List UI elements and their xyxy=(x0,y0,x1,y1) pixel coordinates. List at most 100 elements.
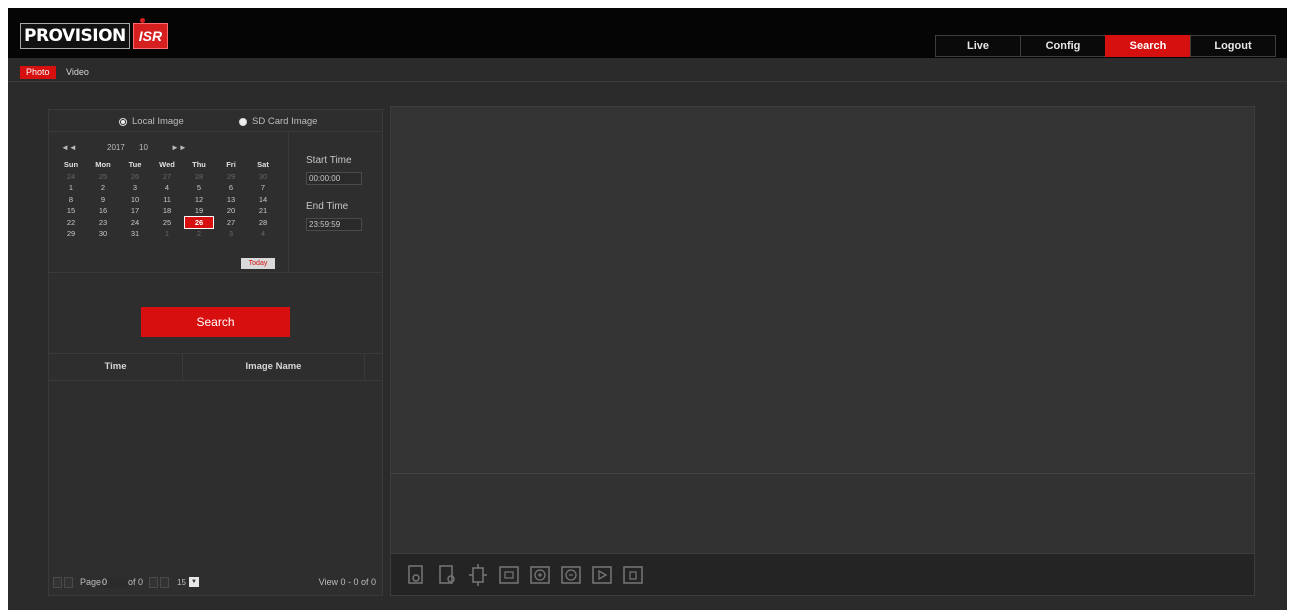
local-image-label: Local Image xyxy=(132,116,184,127)
calendar-day[interactable]: 24 xyxy=(119,217,151,229)
calendar-day[interactable]: 30 xyxy=(87,228,119,240)
calendar-day[interactable]: 28 xyxy=(247,217,279,229)
sd-card-image-radio[interactable]: SD Card Image xyxy=(239,116,317,127)
fullscreen-icon[interactable] xyxy=(498,563,520,587)
calendar-day[interactable]: 2 xyxy=(183,228,215,240)
nav-config-button[interactable]: Config xyxy=(1020,35,1106,57)
calendar-day[interactable]: 8 xyxy=(55,194,87,206)
calendar-grid: Sun Mon Tue Wed Thu Fri Sat 24 25 26 27 … xyxy=(55,159,279,240)
calendar-day[interactable]: 17 xyxy=(119,205,151,217)
zoom-out-icon[interactable] xyxy=(560,563,582,587)
calendar-day[interactable]: 1 xyxy=(55,182,87,194)
calendar-day[interactable]: 14 xyxy=(247,194,279,206)
stop-icon[interactable] xyxy=(622,563,644,587)
calendar-day[interactable]: 5 xyxy=(183,182,215,194)
logo-text: PROVISION xyxy=(20,23,130,49)
calendar-day[interactable]: 27 xyxy=(151,171,183,183)
results-table: Time Image Name Page of 0 15 ▼ View 0 - … xyxy=(49,353,382,596)
calendar-day[interactable]: 31 xyxy=(119,228,151,240)
weekday-label: Sun xyxy=(63,160,79,169)
calendar-day[interactable]: 22 xyxy=(55,217,87,229)
image-source-selector: Local Image SD Card Image xyxy=(49,110,382,132)
previous-month-icon[interactable]: ◄◄ xyxy=(61,143,77,152)
calendar-day[interactable]: 24 xyxy=(55,171,87,183)
logo: PROVISION ISR xyxy=(20,18,169,50)
calendar-day[interactable]: 29 xyxy=(55,228,87,240)
calendar-week: 22 23 24 25 26 27 28 xyxy=(55,215,279,229)
calendar-day[interactable]: 25 xyxy=(87,171,119,183)
calendar-day[interactable]: 21 xyxy=(247,205,279,217)
tab-photo[interactable]: Photo xyxy=(20,66,56,79)
time-range: Start Time 00:00:00 End Time 23:59:59 xyxy=(290,133,382,273)
zoom-in-icon[interactable] xyxy=(529,563,551,587)
selected-day-label: 26 xyxy=(184,215,214,229)
calendar-month: 10 xyxy=(139,143,148,152)
calendar-day[interactable]: 11 xyxy=(151,194,183,206)
weekday-header: Sun Mon Tue Wed Thu Fri Sat xyxy=(55,159,279,171)
calendar-week: 8 9 10 11 12 13 14 xyxy=(55,194,279,206)
page-size-select[interactable]: 15 ▼ xyxy=(177,577,205,588)
page-label: Page xyxy=(80,577,102,587)
logo-dot xyxy=(140,18,145,23)
calendar-day[interactable]: 16 xyxy=(87,205,119,217)
calendar-day[interactable]: 13 xyxy=(215,194,247,206)
snapshot-icon[interactable] xyxy=(405,563,427,587)
end-time-input[interactable]: 23:59:59 xyxy=(306,218,362,231)
column-header-time[interactable]: Time xyxy=(49,354,183,380)
calendar-day[interactable]: 12 xyxy=(183,194,215,206)
calendar-day[interactable]: 20 xyxy=(215,205,247,217)
calendar-day[interactable]: 4 xyxy=(151,182,183,194)
calendar-day[interactable]: 4 xyxy=(247,228,279,240)
pagination: Page of 0 15 ▼ View 0 - 0 of 0 xyxy=(49,569,382,595)
play-icon[interactable] xyxy=(591,563,613,587)
calendar-day[interactable]: 26 xyxy=(119,171,151,183)
nav-search-button[interactable]: Search xyxy=(1105,35,1191,57)
calendar-day[interactable]: 15 xyxy=(55,205,87,217)
search-button[interactable]: Search xyxy=(141,307,290,337)
sd-card-image-label: SD Card Image xyxy=(252,116,318,127)
nav-live-button[interactable]: Live xyxy=(935,35,1021,57)
first-page-button[interactable] xyxy=(53,576,62,588)
calendar-day[interactable]: 3 xyxy=(119,182,151,194)
start-time-label: Start Time xyxy=(306,155,352,166)
sub-tab-bar: Photo Video xyxy=(8,58,1287,82)
start-time-input[interactable]: 00:00:00 xyxy=(306,172,362,185)
calendar-day[interactable]: 6 xyxy=(215,182,247,194)
calendar-week: 29 30 31 1 2 3 4 xyxy=(55,228,279,240)
calendar-day[interactable]: 27 xyxy=(215,217,247,229)
calendar-day[interactable]: 25 xyxy=(151,217,183,229)
weekday-label: Sat xyxy=(257,160,269,169)
end-time-label: End Time xyxy=(306,201,349,212)
calendar-day[interactable]: 18 xyxy=(151,205,183,217)
snapshot-save-icon[interactable] xyxy=(436,563,458,587)
results-header: Time Image Name xyxy=(49,353,382,381)
next-page-button[interactable] xyxy=(149,576,159,588)
today-button[interactable]: Today xyxy=(241,258,275,269)
page-number-input[interactable] xyxy=(102,576,129,588)
column-header-image-name[interactable]: Image Name xyxy=(183,354,365,380)
nav-logout-button[interactable]: Logout xyxy=(1190,35,1276,57)
calendar-day[interactable]: 29 xyxy=(215,171,247,183)
page-count: of 0 xyxy=(128,577,144,587)
next-month-icon[interactable]: ►► xyxy=(171,143,187,152)
calendar-day[interactable]: 7 xyxy=(247,182,279,194)
calendar-day[interactable]: 19 xyxy=(183,205,215,217)
previous-page-button[interactable] xyxy=(64,576,73,588)
page-size-value: 15 xyxy=(177,577,186,587)
calendar-day[interactable]: 1 xyxy=(151,228,183,240)
calendar-day[interactable]: 10 xyxy=(119,194,151,206)
tab-video[interactable]: Video xyxy=(60,66,95,79)
calendar-day[interactable]: 9 xyxy=(87,194,119,206)
fit-screen-icon[interactable] xyxy=(467,563,489,587)
calendar-day[interactable]: 2 xyxy=(87,182,119,194)
last-page-button[interactable] xyxy=(160,576,170,588)
calendar-day-selected[interactable]: 26 xyxy=(183,215,215,229)
calendar-year: 2017 xyxy=(107,143,125,152)
calendar-day[interactable]: 30 xyxy=(247,171,279,183)
calendar-day[interactable]: 28 xyxy=(183,171,215,183)
calendar-nav: ◄◄ 2017 10 ►► xyxy=(59,143,279,155)
calendar-day[interactable]: 23 xyxy=(87,217,119,229)
weekday-label: Tue xyxy=(128,160,142,169)
local-image-radio[interactable]: Local Image xyxy=(119,116,184,127)
calendar-day[interactable]: 3 xyxy=(215,228,247,240)
